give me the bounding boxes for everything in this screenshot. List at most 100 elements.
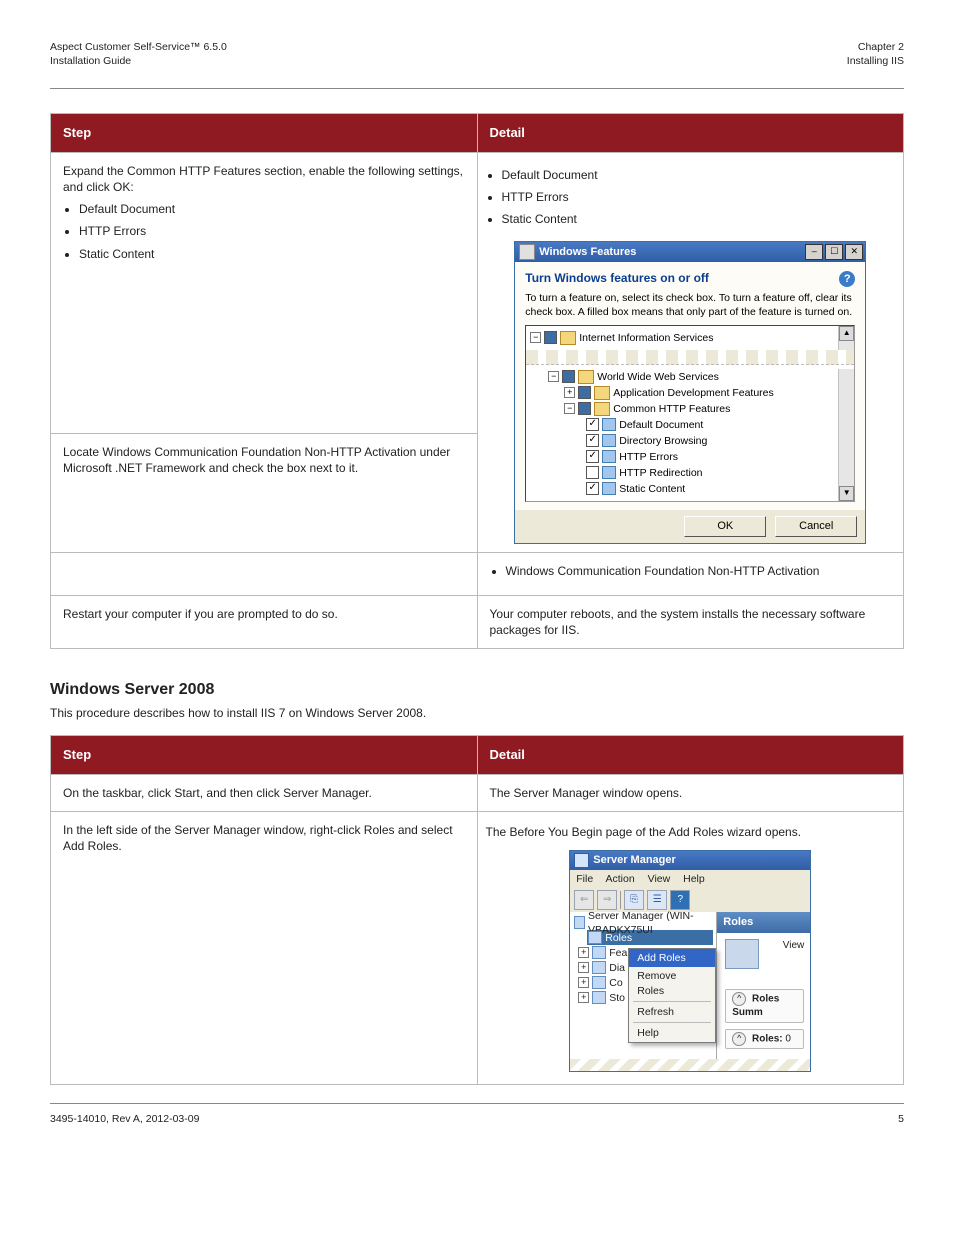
server-manager-content: Roles View ^ Roles Summ (717, 912, 810, 1059)
feature-icon (602, 466, 616, 479)
ok-button[interactable]: OK (684, 516, 766, 537)
server-manager-window: Server Manager File Action View Help ⇐ ⇒ (569, 850, 811, 1072)
he-checkbox[interactable]: ✓ (586, 450, 599, 463)
diagnostics-icon (592, 961, 606, 974)
collapse-www-icon[interactable]: − (548, 371, 559, 382)
help-tool-icon[interactable]: ? (670, 890, 690, 910)
expand-diag-icon[interactable]: + (578, 962, 589, 973)
detail1-bullet-2: HTTP Errors (502, 189, 896, 205)
collapse-chf-icon[interactable]: − (564, 403, 575, 414)
menu-help[interactable]: Help (683, 873, 705, 885)
sc-checkbox[interactable]: ✓ (586, 482, 599, 495)
hr-checkbox[interactable] (586, 466, 599, 479)
instructions-table-1: Step Detail Expand the Common HTTP Featu… (50, 113, 904, 552)
step1-bullet-2: HTTP Errors (79, 223, 465, 239)
minimize-button[interactable]: – (805, 244, 823, 260)
help-icon[interactable]: ? (839, 271, 855, 287)
tool-icon-1[interactable]: ⎘ (624, 890, 644, 910)
menu-add-roles[interactable]: Add Roles (629, 949, 715, 967)
server-manager-icon (574, 853, 589, 868)
instructions-table-2: Step Detail On the taskbar, click Start,… (50, 735, 904, 1085)
he-label[interactable]: HTTP Errors (619, 450, 678, 464)
scrollbar-vertical-2[interactable]: ▼ (838, 369, 854, 501)
feature-icon (602, 450, 616, 463)
doc-title: Aspect Customer Self-Service™ 6.5.0 (50, 40, 847, 54)
header-rule (50, 88, 904, 89)
table1-detail-2: Windows Communication Foundation Non-HTT… (477, 552, 904, 595)
iis-label[interactable]: Internet Information Services (579, 331, 713, 345)
folder-icon (594, 386, 610, 400)
disclosure-icon[interactable]: ^ (732, 1032, 746, 1046)
roles-count-label: Roles: (752, 1033, 783, 1044)
back-icon: ⇐ (574, 890, 594, 910)
db-checkbox[interactable]: ✓ (586, 434, 599, 447)
server-manager-title: Server Manager (593, 853, 676, 868)
scroll-up-button[interactable]: ▲ (839, 326, 854, 341)
table2-detail-2: The Before You Begin page of the Add Rol… (477, 811, 904, 1084)
roles-count: 0 (785, 1033, 791, 1044)
adf-label[interactable]: Application Development Features (613, 386, 774, 400)
table2-head-step: Step (51, 736, 478, 775)
disclosure-icon[interactable]: ^ (732, 992, 746, 1006)
www-label[interactable]: World Wide Web Services (597, 370, 719, 384)
sm-roles[interactable]: Roles (605, 931, 632, 945)
table1-detail-3: Your computer reboots, and the system in… (477, 596, 904, 649)
adf-checkbox[interactable] (578, 386, 591, 399)
storage-icon (592, 991, 606, 1004)
www-checkbox[interactable] (562, 370, 575, 383)
menu-remove-roles[interactable]: Remove Roles (629, 967, 715, 999)
server-manager-titlebar: Server Manager (570, 851, 810, 870)
expand-adf-icon[interactable]: + (564, 387, 575, 398)
section-text: This procedure describes how to install … (50, 705, 904, 721)
chf-checkbox[interactable] (578, 402, 591, 415)
server-graphic-icon (725, 939, 759, 969)
scrollbar-vertical[interactable]: ▲ (838, 326, 854, 350)
table1-step-2: Locate Windows Communication Foundation … (51, 433, 478, 552)
db-label[interactable]: Directory Browsing (619, 434, 707, 448)
page-footer: 3495-14010, Rev A, 2012-03-09 5 (50, 1112, 904, 1126)
menu-view[interactable]: View (648, 873, 671, 885)
forward-icon: ⇒ (597, 890, 617, 910)
expand-features-icon[interactable]: + (578, 947, 589, 958)
server-manager-menu: File Action View Help (570, 870, 810, 888)
maximize-button[interactable]: ☐ (825, 244, 843, 260)
windows-features-title: Windows Features (539, 245, 803, 260)
sm-storage[interactable]: Sto (609, 991, 625, 1005)
doc-subtitle: Installation Guide (50, 54, 847, 68)
cancel-button[interactable]: Cancel (775, 516, 857, 537)
server-icon (574, 916, 585, 929)
chf-label[interactable]: Common HTTP Features (613, 402, 730, 416)
sm-config[interactable]: Co (609, 976, 622, 990)
menu-action[interactable]: Action (606, 873, 635, 885)
wf-heading: Turn Windows features on or off ? (525, 270, 855, 286)
dd-label[interactable]: Default Document (619, 418, 703, 432)
window-icon (519, 244, 535, 260)
collapse-iis-icon[interactable]: − (530, 332, 541, 343)
iis-checkbox[interactable] (544, 331, 557, 344)
table1-step-3: Restart your computer if you are prompte… (51, 596, 478, 649)
menu-refresh[interactable]: Refresh (629, 1003, 715, 1021)
dd-checkbox[interactable]: ✓ (586, 418, 599, 431)
expand-config-icon[interactable]: + (578, 977, 589, 988)
sc-label[interactable]: Static Content (619, 482, 685, 496)
menu-file[interactable]: File (576, 873, 593, 885)
context-menu: Add Roles Remove Roles Refresh Help (628, 948, 716, 1043)
scroll-down-button[interactable]: ▼ (839, 486, 854, 501)
windows-features-titlebar: Windows Features – ☐ ✕ (515, 242, 865, 262)
menu-help[interactable]: Help (629, 1024, 715, 1042)
sm-features[interactable]: Fea (609, 946, 627, 960)
roles-icon (588, 931, 602, 944)
table1-step-2b-hidden (51, 552, 478, 595)
detail2-bullet: Windows Communication Foundation Non-HTT… (506, 563, 892, 579)
table2-step-2: In the left side of the Server Manager w… (51, 811, 478, 1084)
footer-rule (50, 1103, 904, 1104)
expand-storage-icon[interactable]: + (578, 992, 589, 1003)
close-button[interactable]: ✕ (845, 244, 863, 260)
view-label[interactable]: View (783, 940, 805, 951)
hr-label[interactable]: HTTP Redirection (619, 466, 702, 480)
sm-diag[interactable]: Dia (609, 961, 625, 975)
table1-head-step: Step (51, 114, 478, 153)
feature-icon (602, 434, 616, 447)
tool-icon-2[interactable]: ☰ (647, 890, 667, 910)
step1-bullet-3: Static Content (79, 246, 465, 262)
